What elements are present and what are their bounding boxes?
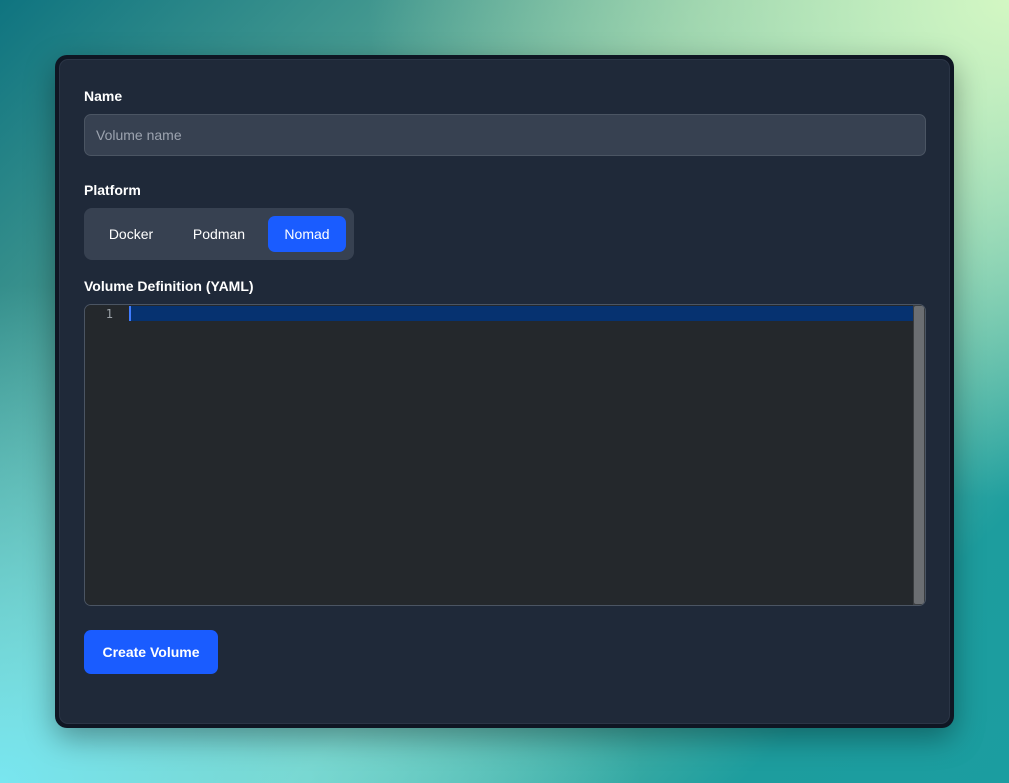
active-line-highlight	[129, 306, 913, 321]
dialog-frame: Name Platform Docker Podman Nomad Volume…	[55, 55, 954, 728]
platform-option-docker[interactable]: Docker	[92, 216, 170, 252]
line-number: 1	[105, 307, 113, 321]
platform-label: Platform	[84, 182, 141, 198]
scrollbar-thumb[interactable]	[914, 306, 924, 604]
create-volume-panel: Name Platform Docker Podman Nomad Volume…	[59, 59, 950, 724]
create-volume-button[interactable]: Create Volume	[84, 630, 218, 674]
name-label: Name	[84, 88, 123, 104]
editor-scrollbar[interactable]	[913, 305, 925, 605]
volume-name-input[interactable]	[84, 114, 926, 156]
platform-selector: Docker Podman Nomad	[84, 208, 354, 260]
yaml-code-editor[interactable]: 1	[84, 304, 926, 606]
editor-gutter: 1	[85, 305, 125, 605]
yaml-definition-label: Volume Definition (YAML)	[84, 278, 254, 294]
text-cursor	[129, 306, 131, 321]
platform-option-nomad[interactable]: Nomad	[268, 216, 346, 252]
platform-option-podman[interactable]: Podman	[170, 216, 268, 252]
